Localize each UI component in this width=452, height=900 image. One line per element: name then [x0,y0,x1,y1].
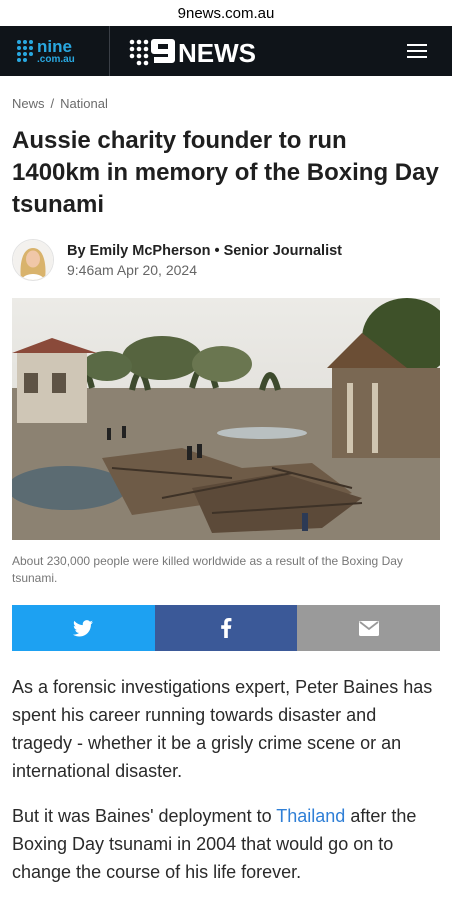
nine-com-au-logo[interactable]: nine .com.au [0,26,110,76]
share-twitter-button[interactable] [12,605,155,651]
breadcrumb: News / National [12,96,440,111]
twitter-icon [73,619,94,636]
hero-image[interactable] [12,298,440,540]
thailand-link[interactable]: Thailand [276,806,345,826]
author-name[interactable]: By Emily McPherson • Senior Journalist [67,243,342,259]
hamburger-menu-icon[interactable] [402,36,432,66]
author-avatar[interactable] [12,239,54,281]
breadcrumb-separator: / [50,96,55,111]
top-navigation: nine .com.au NEWS [0,26,452,76]
share-facebook-button[interactable] [154,605,298,651]
url-text: 9news.com.au [177,4,275,22]
breadcrumb-news[interactable]: News [12,96,45,111]
paragraph-1: As a forensic investigations expert, Pet… [12,677,433,781]
email-icon [358,620,379,636]
article-title: Aussie charity founder to run 1400km in … [12,127,439,218]
share-bar [12,605,441,651]
paragraph-2: But it was Baines' deployment to Thailan… [12,802,440,886]
9news-logo[interactable]: NEWS [110,36,402,66]
url-bar[interactable]: 9news.com.au [0,0,452,26]
publish-timestamp: 9:46am Apr 20, 2024 [67,261,197,278]
byline: By Emily McPherson • Senior Journalist 9… [12,239,440,281]
share-email-button[interactable] [297,605,441,651]
image-caption: About 230,000 people were killed worldwi… [12,554,403,585]
article-body: As a forensic investigations expert, Pet… [12,673,440,886]
paragraph-2-text-start: But it was Baines' deployment to [12,806,277,826]
svg-text:.com.au: .com.au [37,54,75,65]
facebook-icon [221,618,232,638]
svg-text:NEWS: NEWS [178,38,256,66]
breadcrumb-national[interactable]: National [60,96,108,111]
